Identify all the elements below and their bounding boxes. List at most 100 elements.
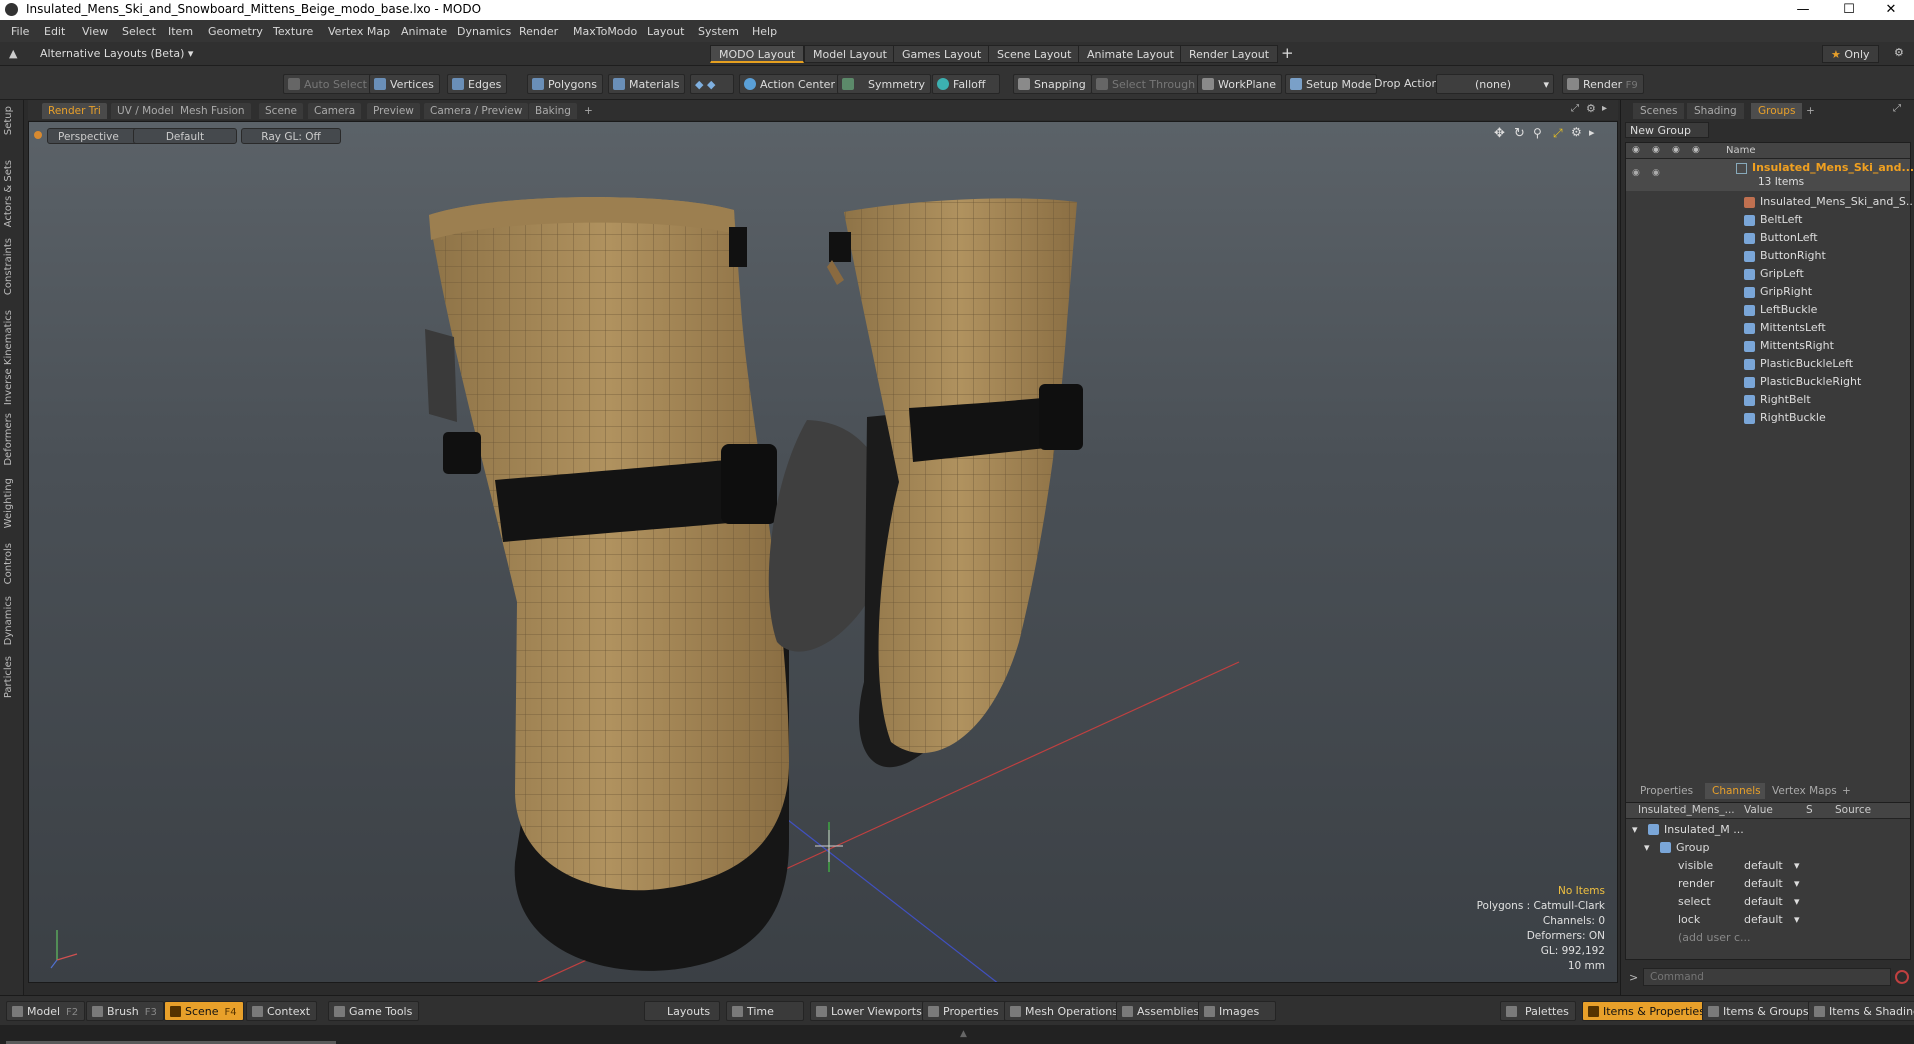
menu-texture[interactable]: Texture <box>273 25 313 38</box>
menu-edit[interactable]: Edit <box>44 25 65 38</box>
component-mode-buttons[interactable]: ◆ ◆ <box>690 74 734 94</box>
group-visibility-icon[interactable]: ◉ <box>1632 168 1640 178</box>
group-row[interactable]: ◉ ◉ Insulated_Mens_Ski_and... 13 Items <box>1626 159 1914 191</box>
chevron-up-icon[interactable]: ▲ <box>960 1029 967 1039</box>
eye-icon[interactable]: ◉ <box>1632 145 1640 155</box>
list-item[interactable]: ButtonLeft <box>1626 229 1914 247</box>
tab-render-tri[interactable]: Render Tri <box>42 103 107 119</box>
falloff-button[interactable]: Falloff <box>932 74 1001 94</box>
images-button[interactable]: Images <box>1198 1001 1276 1021</box>
setup-mode-button[interactable]: Setup Mode <box>1285 74 1378 94</box>
gear-icon[interactable]: ⚙ <box>1894 46 1904 59</box>
menu-help[interactable]: Help <box>752 25 777 38</box>
chevron-down-icon[interactable]: ▾ <box>1794 875 1800 893</box>
vtab-actors-sets[interactable]: Actors & Sets <box>3 160 14 227</box>
tab-scene-layout[interactable]: Scene Layout <box>988 45 1081 63</box>
list-item[interactable]: PlasticBuckleRight <box>1626 373 1914 391</box>
add-channels-tab-button[interactable]: + <box>1835 783 1858 799</box>
channel-row-lock[interactable]: lock default ▾ <box>1626 911 1914 929</box>
materials-button[interactable]: Materials <box>608 74 686 94</box>
layout-collapse-icon[interactable]: ▲ <box>9 47 17 60</box>
symmetry-button[interactable]: Symmetry <box>837 74 932 94</box>
select-toggle-icon[interactable]: ◉ <box>1692 145 1700 155</box>
vtab-inverse-kinematics[interactable]: Inverse Kinematics <box>3 310 14 405</box>
tab-scene[interactable]: Scene <box>259 103 304 119</box>
list-item[interactable]: MittentsRight <box>1626 337 1914 355</box>
render-button[interactable]: Render F9 <box>1562 74 1644 94</box>
tab-camera[interactable]: Camera <box>308 103 362 119</box>
record-icon[interactable] <box>1895 970 1909 984</box>
auto-select-button[interactable]: Auto Select <box>283 74 373 94</box>
close-icon[interactable]: ✕ <box>1868 0 1914 20</box>
channels-group-row[interactable]: ▾ Group <box>1626 839 1914 857</box>
channel-row-select[interactable]: select default ▾ <box>1626 893 1914 911</box>
tab-scenes[interactable]: Scenes <box>1633 103 1685 119</box>
alternative-layouts-dropdown[interactable]: Alternative Layouts (Beta) ▾ <box>40 47 193 60</box>
vtab-particles[interactable]: Particles <box>3 656 14 698</box>
lock-icon[interactable]: ◉ <box>1672 145 1680 155</box>
tab-preview[interactable]: Preview <box>367 103 420 119</box>
model-button[interactable]: Model F2 <box>6 1001 86 1021</box>
tab-uv-model[interactable]: UV / Model <box>111 103 180 119</box>
menu-geometry[interactable]: Geometry <box>208 25 263 38</box>
menu-system[interactable]: System <box>698 25 739 38</box>
channel-row-render[interactable]: render default ▾ <box>1626 875 1914 893</box>
vtab-setup[interactable]: Setup <box>3 106 14 135</box>
list-item[interactable]: GripRight <box>1626 283 1914 301</box>
palettes-button[interactable]: Palettes <box>1500 1001 1576 1021</box>
properties-button[interactable]: Properties <box>922 1001 1006 1021</box>
tree-expand-icon[interactable]: ▾ <box>1632 821 1638 839</box>
menu-animate[interactable]: Animate <box>401 25 447 38</box>
layouts-button[interactable]: Layouts <box>644 1001 720 1021</box>
tab-channels[interactable]: Channels <box>1705 783 1768 799</box>
tab-camera-preview[interactable]: Camera / Preview <box>424 103 529 119</box>
menu-maxtomodo[interactable]: MaxToModo <box>573 25 637 38</box>
menu-dynamics[interactable]: Dynamics <box>457 25 511 38</box>
tree-expand-icon[interactable]: ▾ <box>1644 839 1650 857</box>
vtab-controls[interactable]: Controls <box>3 543 14 584</box>
tab-baking[interactable]: Baking <box>529 103 577 119</box>
minimize-icon[interactable]: — <box>1780 0 1826 20</box>
add-viewport-tab-button[interactable]: + <box>578 103 599 119</box>
menu-file[interactable]: File <box>11 25 29 38</box>
viewport-gear-icon[interactable]: ⚙ <box>1586 102 1596 115</box>
add-panel-tab-button[interactable]: + <box>1799 103 1822 119</box>
vertices-button[interactable]: Vertices <box>369 74 440 94</box>
channels-root-row[interactable]: ▾ Insulated_M ... <box>1626 821 1914 839</box>
assemblies-button[interactable]: Assemblies <box>1116 1001 1207 1021</box>
scene-button[interactable]: Scene F4 <box>164 1001 244 1021</box>
tab-render-layout[interactable]: Render Layout <box>1180 45 1279 63</box>
add-layout-button[interactable]: + <box>1281 44 1294 62</box>
game-tools-button[interactable]: Game Tools <box>328 1001 420 1021</box>
expand-icon[interactable]: ⤢ <box>1571 103 1579 114</box>
menu-layout[interactable]: Layout <box>647 25 684 38</box>
context-button[interactable]: Context <box>246 1001 318 1021</box>
tab-modo-layout[interactable]: MODO Layout <box>710 45 805 63</box>
items-shading-button[interactable]: Items & Shading <box>1808 1001 1914 1021</box>
new-group-button[interactable]: New Group <box>1625 122 1709 138</box>
workplane-button[interactable]: WorkPlane <box>1197 74 1283 94</box>
tab-shading[interactable]: Shading <box>1687 103 1744 119</box>
action-center-button[interactable]: Action Center <box>739 74 841 94</box>
list-item[interactable]: LeftBuckle <box>1626 301 1914 319</box>
menu-select[interactable]: Select <box>122 25 156 38</box>
select-through-button[interactable]: Select Through <box>1091 74 1202 94</box>
list-item[interactable]: PlasticBuckleLeft <box>1626 355 1914 373</box>
chevron-down-icon[interactable]: ▾ <box>1794 857 1800 875</box>
mesh-operations-button[interactable]: Mesh Operations <box>1004 1001 1125 1021</box>
maximize-icon[interactable]: ☐ <box>1826 0 1872 20</box>
list-item[interactable]: GripLeft <box>1626 265 1914 283</box>
snapping-button[interactable]: Snapping <box>1013 74 1092 94</box>
polygons-button[interactable]: Polygons <box>527 74 603 94</box>
items-properties-button[interactable]: Items & Properties <box>1582 1001 1712 1021</box>
panel-expand-icon[interactable]: ⤢ <box>1893 103 1901 114</box>
vtab-dynamics[interactable]: Dynamics <box>3 596 14 645</box>
list-item[interactable]: RightBelt <box>1626 391 1914 409</box>
list-item[interactable]: ButtonRight <box>1626 247 1914 265</box>
vtab-constraints[interactable]: Constraints <box>3 238 14 295</box>
tab-mesh-fusion[interactable]: Mesh Fusion <box>174 103 251 119</box>
tab-groups[interactable]: Groups <box>1751 103 1803 119</box>
only-button[interactable]: ★ Only <box>1822 45 1879 63</box>
list-item[interactable]: BeltLeft <box>1626 211 1914 229</box>
channel-row-visible[interactable]: visible default ▾ <box>1626 857 1914 875</box>
